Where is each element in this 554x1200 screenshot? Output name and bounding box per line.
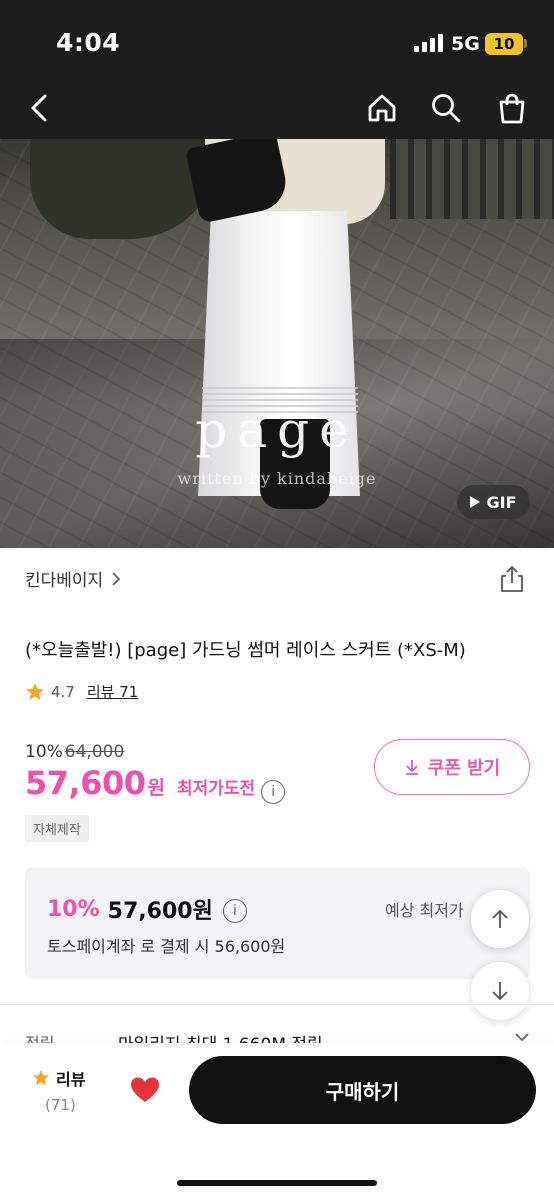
sale-price: 57,600 [25,764,146,802]
rating-value: 4.7 [51,682,75,701]
price-unit: 원 [147,777,165,799]
arrow-up-icon [492,909,508,928]
payment-amount: 57,600원 [107,899,213,924]
bottom-review-count: (71) [45,1096,76,1114]
scroll-bottom-button[interactable] [471,962,529,1020]
home-indicator [177,1180,377,1186]
info-icon[interactable]: i [261,780,286,804]
battery-tip [524,39,527,48]
star-icon [32,1069,50,1086]
coupon-label: 쿠폰 받기 [427,758,501,779]
home-icon[interactable] [362,88,402,128]
original-price-row: 10% 64,000 [25,742,124,762]
star-icon [26,682,44,700]
download-icon [405,760,418,775]
heart-icon[interactable] [130,1076,160,1104]
discount-rate: 10% [25,742,63,762]
review-count-link[interactable]: 리뷰 71 [87,681,138,702]
shopping-bag-icon[interactable] [492,88,532,128]
payment-benefit-box[interactable]: 10% 57,600원 i 예상 최저가 토스페이계좌 로 결제 시 56,60… [25,867,530,979]
gif-label: GIF [486,492,517,512]
mileage-label: 적립 [25,1034,55,1044]
gif-play-button[interactable]: GIF [457,485,530,519]
lowest-price-label: 최저가도전 [176,779,256,799]
share-icon[interactable] [497,564,527,594]
play-icon [470,496,481,508]
search-icon[interactable] [426,88,466,128]
chevron-down-icon [515,1033,529,1042]
rating-row: 4.7 리뷰 71 [25,681,138,702]
signal-icon [414,34,443,52]
toss-payment-line: 토스페이계좌 로 결제 시 56,600원 [47,937,286,956]
back-arrow-icon[interactable] [20,88,60,128]
bottom-review-label: 리뷰 [56,1070,86,1089]
brand-name: 킨다베이지 [25,571,104,591]
mileage-text: 마일리지 최대 1,660M 적립 [118,1030,323,1044]
coupon-button[interactable]: 쿠폰 받기 [374,739,530,795]
battery-icon: 10 [485,33,523,55]
payment-info-icon[interactable]: i [222,899,247,923]
bottom-review-button[interactable]: 리뷰 [32,1066,85,1090]
mileage-row[interactable]: 적립 마일리지 최대 1,660M 적립 [25,1030,530,1044]
network-label: 5G [451,33,480,55]
nav-bar [0,80,554,139]
product-image[interactable]: page written by kindabeige GIF [0,139,554,548]
product-tag: 자체제작 [25,815,89,842]
hero-title: page [195,401,359,459]
payment-discount: 10% [47,896,100,922]
payment-price-line: 10% 57,600원 i [47,893,247,925]
original-price: 64,000 [64,742,125,762]
status-time: 4:04 [56,28,121,57]
hero-fence-shape [390,139,554,219]
scroll-top-button[interactable] [471,890,529,948]
arrow-down-icon [492,982,508,1001]
chevron-right-icon [112,571,121,586]
product-title: (*오늘출발!) [page] 가드닝 썸머 레이스 스커트 (*XS-M) [25,640,466,661]
brand-link[interactable]: 킨다베이지 [25,566,121,591]
buy-button[interactable]: 구매하기 [189,1056,536,1124]
section-divider [0,1004,554,1005]
status-bar: 4:04 5G 10 [0,0,554,80]
sale-price-row: 57,600 원 최저가도전 i [25,764,286,804]
